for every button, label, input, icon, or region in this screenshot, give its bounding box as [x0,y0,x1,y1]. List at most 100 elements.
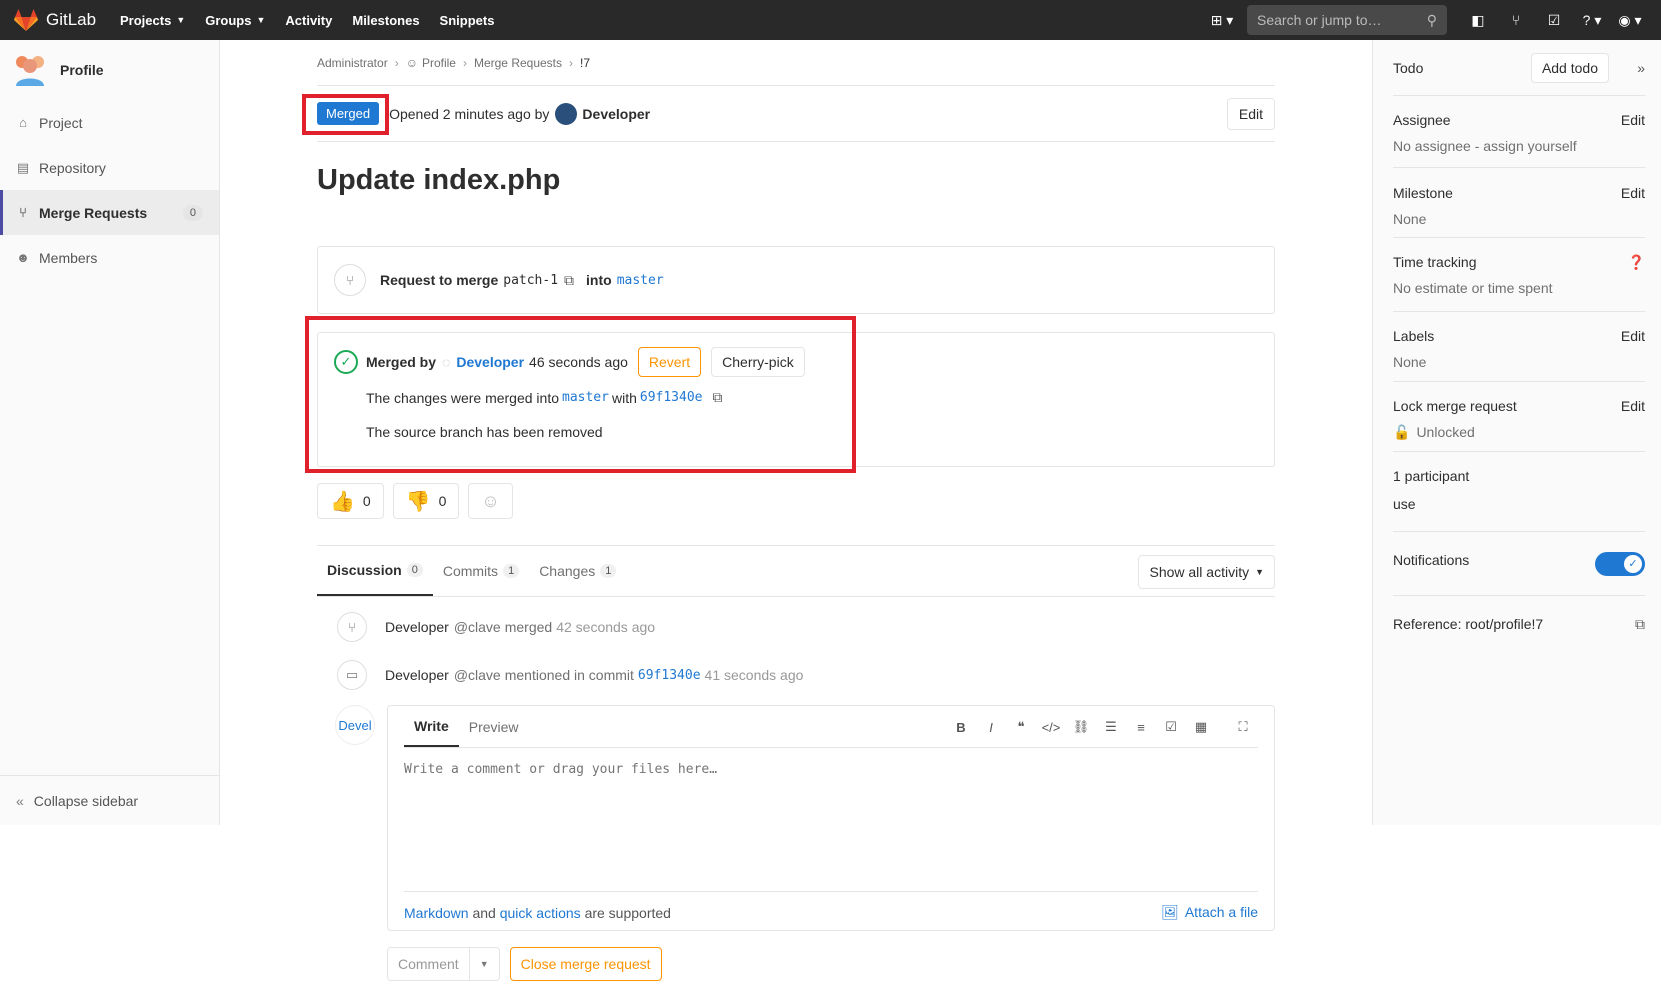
comment-textarea[interactable] [404,748,1258,888]
breadcrumb-separator: › [462,55,467,70]
tab-label: Commits [442,563,499,579]
comment-form: Devel Write Preview B I ❝ </> ⛓ ☰ ≡ ☑ ▦ … [317,705,1275,931]
tab-discussion[interactable]: Discussion 0 [317,546,433,596]
task-list-icon[interactable]: ☑ [1156,719,1186,735]
breadcrumb-profile[interactable]: Profile [422,56,456,70]
notifications-toggle[interactable] [1595,552,1645,576]
sidebar-item-repository[interactable]: ▤ Repository [0,145,219,190]
highlight-box [305,316,856,473]
chevron-down-icon: ▼ [176,15,186,25]
nav-groups[interactable]: Groups ▼ [205,13,265,28]
user-avatar-icon[interactable]: ◉ ▾ [1611,12,1649,29]
edit-milestone-link[interactable]: Edit [1621,185,1645,201]
quick-actions-link[interactable]: quick actions [500,905,581,921]
edit-labels-link[interactable]: Edit [1621,328,1645,344]
attach-file-button[interactable]: 🖼 Attach a file [1161,904,1258,921]
add-reaction-button[interactable]: ☺ [468,483,513,519]
time-tracking-block: Time tracking ❓ No estimate or time spen… [1393,238,1645,312]
breadcrumb-administrator[interactable]: Administrator [317,56,388,70]
todo-block: Todo Add todo » [1393,40,1645,96]
todos-icon[interactable]: ☑ [1535,12,1573,29]
tab-write[interactable]: Write [404,706,459,747]
home-icon: ⌂ [19,115,27,130]
edit-button[interactable]: Edit [1226,98,1275,130]
target-branch-link[interactable]: master [617,273,664,288]
merge-request-icon: ⑂ [334,264,366,296]
help-icon[interactable]: ? ▾ [1573,12,1611,29]
breadcrumb-merge-requests[interactable]: Merge Requests [474,56,562,70]
tab-preview[interactable]: Preview [459,706,529,747]
copy-icon[interactable]: ⧉ [1635,616,1645,633]
note-time: 42 seconds ago [556,619,656,635]
thumbs-up-button[interactable]: 👍 0 [317,483,384,519]
project-header[interactable]: Profile [0,40,219,100]
nav-activity[interactable]: Activity [285,13,332,28]
italic-icon[interactable]: I [976,720,1006,735]
bold-icon[interactable]: B [946,720,976,735]
labels-value: None [1393,354,1427,370]
tab-count: 1 [600,564,617,578]
copy-icon[interactable]: ⧉ [564,272,574,289]
comment-type-dropdown[interactable]: ▼ [469,947,500,981]
sidebar-item-merge-requests[interactable]: ⑂ Merge Requests 0 [0,190,219,235]
gitlab-logo[interactable]: GitLab [0,9,120,31]
tab-commits[interactable]: Commits 1 [433,546,529,596]
milestone-title: Milestone [1393,185,1453,201]
markdown-link[interactable]: Markdown [404,905,469,921]
participant-name[interactable]: use [1393,496,1645,512]
tab-changes[interactable]: Changes 1 [529,546,626,596]
sidebar-item-project[interactable]: ⌂ Project [0,100,219,145]
note-action: merged [504,619,553,635]
todo-label: Todo [1393,59,1424,76]
main-content: Administrator › ☺ Profile › Merge Reques… [302,40,1275,981]
question-circle-icon[interactable]: ❓ [1628,254,1645,271]
sidebar-item-members[interactable]: ☻ Members [0,235,219,280]
edit-assignee-link[interactable]: Edit [1621,112,1645,128]
tab-label: Discussion [327,562,402,578]
source-branch[interactable]: patch-1 [503,273,558,288]
add-todo-button[interactable]: Add todo [1530,52,1609,83]
search-input[interactable]: Search or jump to… ⚲ [1247,5,1447,35]
table-icon[interactable]: ▦ [1186,719,1216,735]
code-icon[interactable]: </> [1036,720,1066,735]
count-badge: 0 [182,204,203,221]
activity-filter-dropdown[interactable]: Show all activity ▼ [1138,555,1275,589]
markdown-help: Markdown and quick actions are supported [404,905,671,921]
fullscreen-icon[interactable]: ⛶ [1228,719,1258,735]
numbered-list-icon[interactable]: ≡ [1126,720,1156,735]
edit-lock-link[interactable]: Edit [1621,398,1645,414]
tab-label: Changes [539,563,596,579]
comment-button[interactable]: Comment [387,947,470,981]
quote-icon[interactable]: ❝ [1006,719,1036,735]
assignee-value[interactable]: No assignee - assign yourself [1393,138,1645,154]
breadcrumb-separator: › [569,55,574,70]
issues-icon[interactable]: ◧ [1459,12,1497,29]
author-link[interactable]: Developer [582,106,650,122]
breadcrumb-mr-id[interactable]: !7 [580,56,590,70]
unlock-icon: 🔓 [1393,424,1411,440]
sidebar-item-label: Repository [39,159,106,176]
chevron-down-icon: ▼ [256,15,266,25]
link-icon[interactable]: ⛓ [1066,719,1096,735]
merge-requests-icon[interactable]: ⑂ [1497,12,1535,28]
comment-icon: ▭ [337,660,367,690]
thumbs-down-button[interactable]: 👎 0 [392,483,460,519]
nav-projects[interactable]: Projects ▼ [120,13,185,28]
close-merge-request-button[interactable]: Close merge request [509,947,662,981]
nav-milestones[interactable]: Milestones [352,13,419,28]
avatar[interactable]: Devel [335,705,375,745]
sidebar-item-label: Members [39,249,98,266]
note-user-link[interactable]: Developer [385,667,449,683]
double-chevron-left-icon: « [16,792,24,809]
bullet-list-icon[interactable]: ☰ [1096,719,1126,735]
project-name: Profile [60,62,104,78]
avatar[interactable] [555,102,578,125]
new-item-icon[interactable]: ⊞ ▾ [1203,12,1241,29]
nav-snippets[interactable]: Snippets [440,13,495,28]
note-commit-link[interactable]: 69f1340e [638,668,701,683]
into-label: into [586,272,612,288]
double-chevron-right-icon[interactable]: » [1637,60,1645,76]
note-user-link[interactable]: Developer [385,619,449,635]
collapse-sidebar-button[interactable]: « Collapse sidebar [0,775,219,825]
awards-bar: 👍 0 👎 0 ☺ [317,483,1275,519]
